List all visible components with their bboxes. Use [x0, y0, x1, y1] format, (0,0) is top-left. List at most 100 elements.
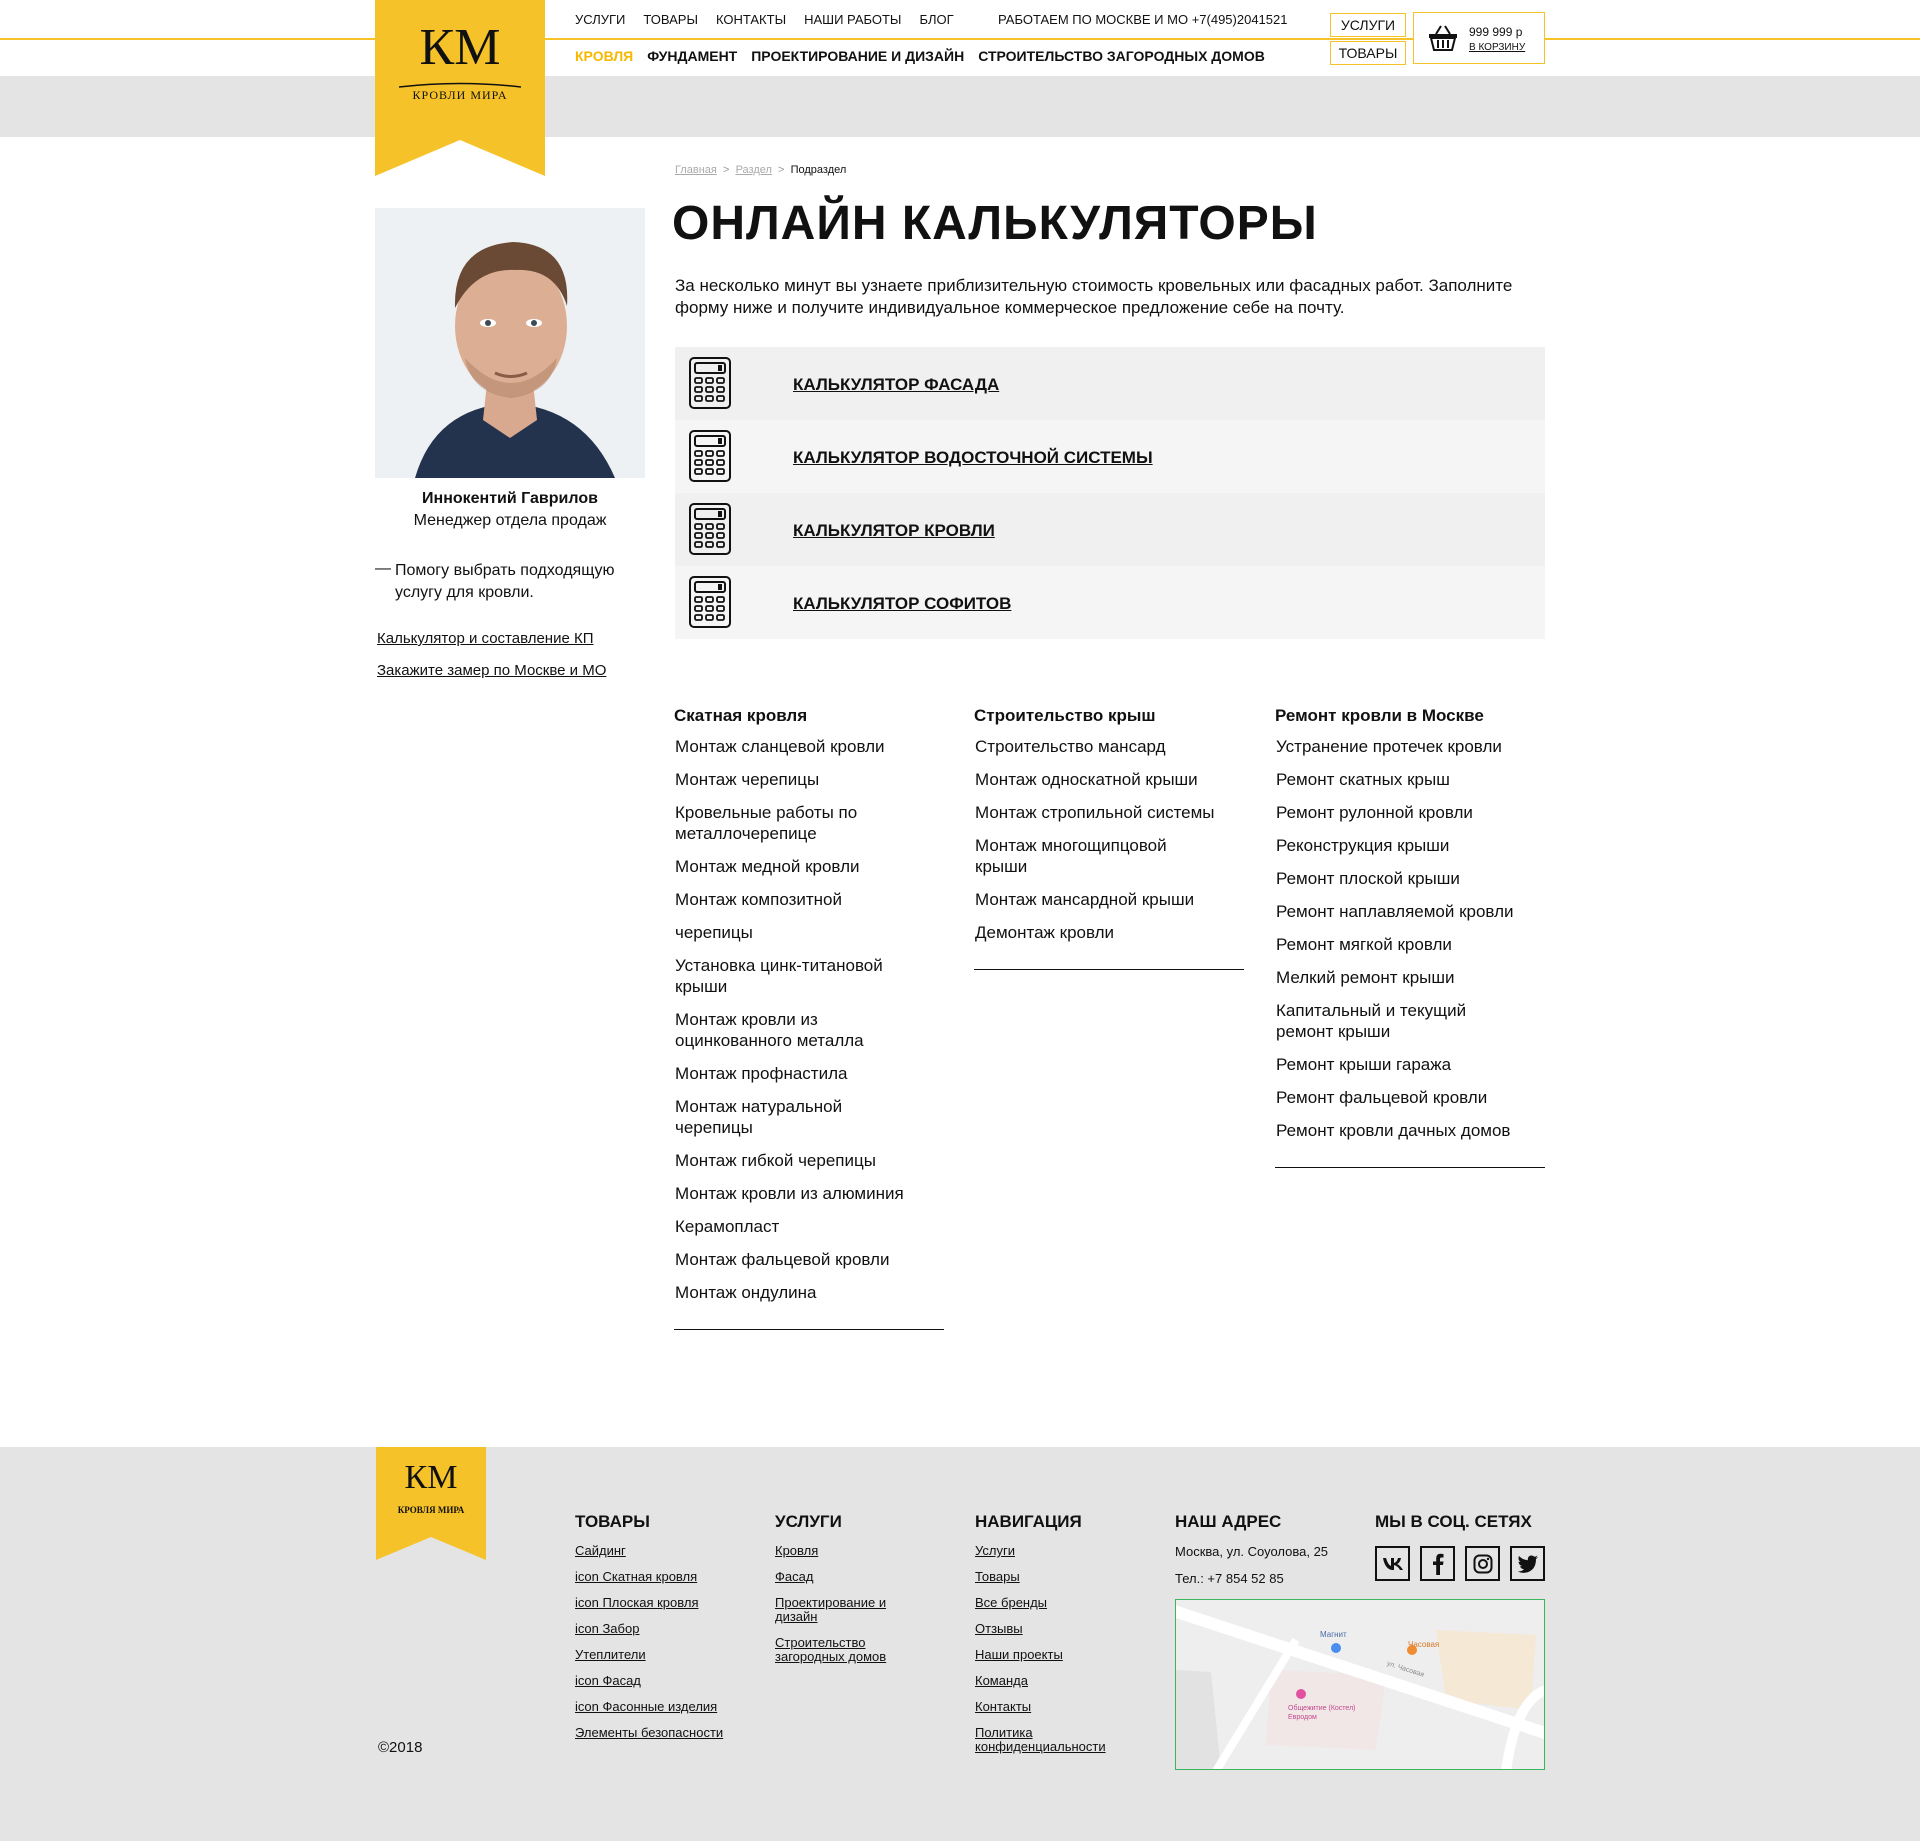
footer-link[interactable]: Товары — [975, 1570, 1125, 1584]
work-info: Работаем по Москве и МО +7(495)2041521 — [998, 12, 1288, 27]
column-title: Скатная кровля — [674, 706, 808, 725]
calculator-soffit[interactable]: Калькулятор софитов — [675, 566, 1545, 639]
top-nav-goods[interactable]: Товары — [643, 12, 698, 27]
main-nav-design[interactable]: Проектирование и дизайн — [751, 48, 964, 64]
intro-text: За несколько минут вы узнаете приблизите… — [675, 276, 1513, 317]
calculator-kp-link[interactable]: Калькулятор и составление КП — [377, 630, 594, 647]
footer-link[interactable]: icon Фасонные изделия — [575, 1700, 755, 1714]
footer-logo-letters: КМ — [404, 1459, 458, 1496]
top-nav-blog[interactable]: Блог — [919, 12, 953, 27]
service-link[interactable]: Керамопласт — [674, 1216, 944, 1237]
calculator-facade[interactable]: Калькулятор фасада — [675, 347, 1545, 420]
footer-street: Москва, ул. Соуолова, 25 — [1175, 1544, 1329, 1559]
service-link[interactable]: Кровельные работы по металлочерепице — [674, 802, 904, 844]
breadcrumb: Главная > Раздел > Подраздел — [675, 164, 846, 176]
footer-link[interactable]: Утеплители — [575, 1648, 755, 1662]
calculator-label: Калькулятор кровли — [793, 521, 995, 540]
goods-button[interactable]: Товары — [1330, 41, 1406, 65]
instagram-icon[interactable] — [1465, 1546, 1500, 1581]
footer-link[interactable]: Строительство загородных домов — [775, 1636, 925, 1664]
service-link[interactable]: Реконструкция крыши — [1275, 835, 1545, 856]
manager-role: Менеджер отдела продаж — [413, 512, 607, 529]
top-nav-contacts[interactable]: Контакты — [716, 12, 786, 27]
cart-price: 999 999 р — [1469, 25, 1523, 39]
footer-link[interactable]: icon Забор — [575, 1622, 755, 1636]
calculator-roof[interactable]: Калькулятор кровли — [675, 493, 1545, 566]
service-link[interactable]: Мелкий ремонт крыши — [1275, 967, 1545, 988]
twitter-icon[interactable] — [1510, 1546, 1545, 1581]
manager-quote: Помогу выбрать подходящую услугу для кро… — [395, 562, 615, 601]
breadcrumb-section[interactable]: Раздел — [736, 164, 772, 176]
footer-link[interactable]: icon Скатная кровля — [575, 1570, 755, 1584]
top-nav-services[interactable]: Услуги — [575, 12, 625, 27]
service-link[interactable]: Монтаж односкатной крыши — [974, 769, 1244, 790]
service-link[interactable]: Монтаж стропильной системы — [974, 802, 1244, 823]
footer-logo[interactable]: КМ Кровля мира — [376, 1447, 486, 1560]
service-link[interactable]: Ремонт плоской крыши — [1275, 868, 1545, 889]
service-link[interactable]: Монтаж черепицы — [674, 769, 944, 790]
quote-dash: — — [375, 560, 391, 577]
cart-link[interactable]: В корзину — [1469, 42, 1525, 53]
footer-link[interactable]: Проектирование и дизайн — [775, 1596, 925, 1624]
cart-widget[interactable]: 999 999 р В корзину — [1413, 12, 1545, 64]
footer-link[interactable]: Политика конфиденциальности — [975, 1726, 1125, 1754]
top-nav-works[interactable]: Наши работы — [804, 12, 901, 27]
vk-icon[interactable] — [1375, 1546, 1410, 1581]
service-link[interactable]: Ремонт фальцевой кровли — [1275, 1087, 1545, 1108]
main-nav-country-houses[interactable]: Строительство загородных домов — [978, 48, 1265, 64]
calculator-label: Калькулятор водосточной системы — [793, 448, 1153, 467]
facebook-icon[interactable] — [1420, 1546, 1455, 1581]
footer-services: Услуги Кровля Фасад Проектирование и диз… — [775, 1512, 925, 1676]
service-link[interactable]: Ремонт мягкой кровли — [1275, 934, 1545, 955]
footer-link[interactable]: Сайдинг — [575, 1544, 755, 1558]
footer-link[interactable]: Фасад — [775, 1570, 925, 1584]
service-link[interactable]: Ремонт наплавляемой кровли — [1275, 901, 1545, 922]
service-link[interactable]: Монтаж медной кровли — [674, 856, 944, 877]
footer-link[interactable]: Команда — [975, 1674, 1125, 1688]
service-link[interactable]: Установка цинк-титановой крыши — [674, 955, 914, 997]
footer-link[interactable]: Отзывы — [975, 1622, 1125, 1636]
calculator-gutter[interactable]: Калькулятор водосточной системы — [675, 420, 1545, 493]
footer-link[interactable]: icon Фасад — [575, 1674, 755, 1688]
service-link[interactable]: Устранение протечек кровли — [1275, 736, 1545, 757]
service-link[interactable]: черепицы — [674, 922, 944, 943]
service-link[interactable]: Монтаж ондулина — [674, 1282, 944, 1303]
site-logo[interactable]: КМ Кровли мира — [375, 0, 545, 176]
service-link[interactable]: Монтаж кровли из алюминия — [674, 1183, 944, 1204]
footer-link[interactable]: Элементы безопасности — [575, 1726, 755, 1740]
service-link[interactable]: Монтаж многощипцовой крыши — [974, 835, 1204, 877]
footer-link[interactable]: Наши проекты — [975, 1648, 1125, 1662]
breadcrumb-home[interactable]: Главная — [675, 164, 717, 176]
service-link[interactable]: Демонтаж кровли — [974, 922, 1244, 943]
service-link[interactable]: Монтаж кровли из оцинкованного металла — [674, 1009, 904, 1051]
service-link[interactable]: Ремонт кровли дачных домов — [1275, 1120, 1545, 1141]
service-link[interactable]: Монтаж гибкой черепицы — [674, 1150, 944, 1171]
service-link[interactable]: Монтаж натуральной черепицы — [674, 1096, 894, 1138]
calculator-icon — [689, 357, 731, 409]
main-nav-foundation[interactable]: Фундамент — [647, 48, 737, 64]
service-link[interactable]: Монтаж сланцевой кровли — [674, 736, 944, 757]
main-nav-roofing[interactable]: Кровля — [575, 48, 633, 64]
footer-link[interactable]: Услуги — [975, 1544, 1125, 1558]
footer-goods: Товары Сайдинг icon Скатная кровля icon … — [575, 1512, 755, 1752]
footer-link[interactable]: Кровля — [775, 1544, 925, 1558]
column-pitched-roof: Скатная кровля Монтаж сланцевой кровли М… — [674, 706, 944, 1330]
location-map[interactable]: Магнит Часовая Общежитие (Костел) Евродо… — [1175, 1599, 1545, 1770]
service-link[interactable]: Ремонт крыши гаража — [1275, 1054, 1545, 1075]
service-link[interactable]: Ремонт скатных крыш — [1275, 769, 1545, 790]
footer-link[interactable]: icon Плоская кровля — [575, 1596, 755, 1610]
footer-link[interactable]: Все бренды — [975, 1596, 1125, 1610]
service-link[interactable]: Монтаж мансардной крыши — [974, 889, 1244, 910]
service-link[interactable]: Монтаж фальцевой кровли — [674, 1249, 944, 1270]
footer-link[interactable]: Контакты — [975, 1700, 1125, 1714]
service-link[interactable]: Монтаж композитной — [674, 889, 944, 910]
service-link[interactable]: Строительство мансард — [974, 736, 1244, 757]
calculator-label: Калькулятор фасада — [793, 375, 1000, 394]
service-link[interactable]: Капитальный и текущий ремонт крыши — [1275, 1000, 1495, 1042]
services-button[interactable]: Услуги — [1330, 13, 1406, 37]
service-link[interactable]: Монтаж профнастила — [674, 1063, 944, 1084]
column-divider — [974, 969, 1244, 970]
service-link[interactable]: Ремонт рулонной кровли — [1275, 802, 1545, 823]
order-measure-link[interactable]: Закажите замер по Москве и МО — [377, 662, 606, 679]
column-divider — [1275, 1167, 1545, 1168]
